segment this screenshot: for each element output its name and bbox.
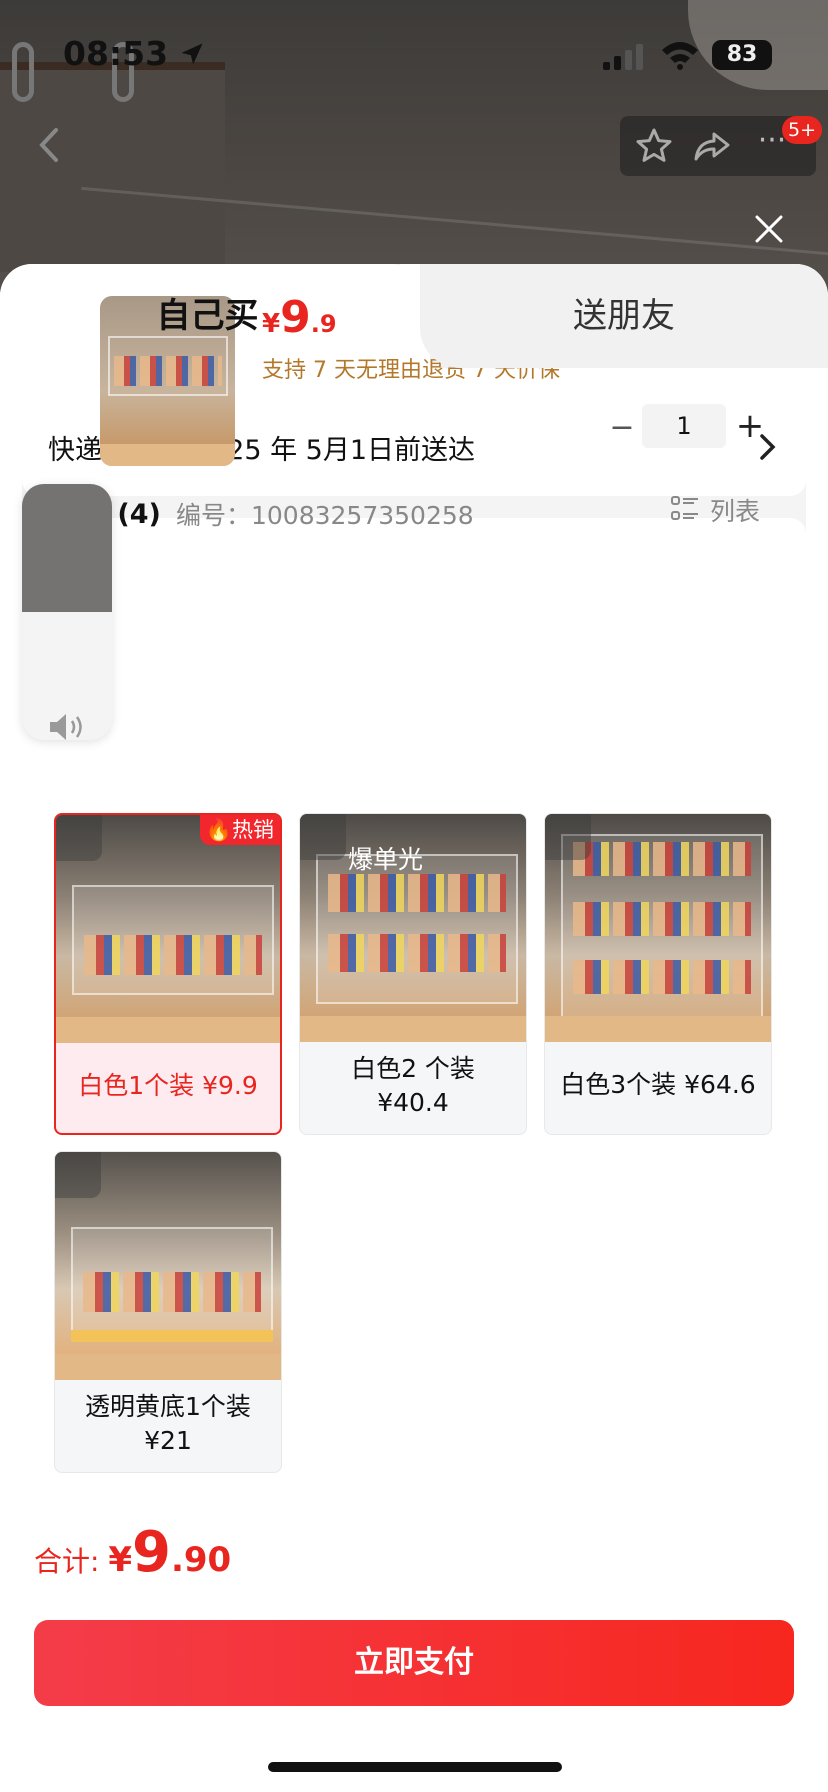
hot-sale-badge: 🔥热销 — [199, 815, 280, 845]
expand-icon[interactable] — [55, 1152, 101, 1198]
list-view-toggle[interactable]: 列表 — [710, 492, 760, 528]
wifi-icon — [662, 42, 698, 70]
expand-icon[interactable] — [300, 814, 346, 860]
variant-option-white-2[interactable]: 爆单光 白色2 个装 ¥40.4 — [299, 813, 527, 1135]
tab-gift-friend[interactable]: 送朋友 — [420, 288, 828, 337]
variant-label: 白色3个装 ¥64.6 — [560, 1070, 756, 1099]
battery-icon: 83 — [712, 40, 772, 70]
volume-indicator — [22, 484, 112, 740]
close-icon[interactable] — [752, 212, 786, 246]
variant-label-price: ¥40.4 — [377, 1088, 449, 1117]
tab-buy-for-self[interactable]: 自己买 — [0, 288, 415, 337]
expand-icon[interactable] — [545, 814, 591, 860]
message-badge: 5+ — [782, 116, 823, 144]
volume-level-fill — [22, 484, 112, 612]
variant-option-white-1[interactable]: 🔥热销 白色1个装 ¥9.9 — [54, 813, 282, 1135]
location-arrow-icon — [181, 43, 203, 65]
variant-option-clear-yellow[interactable]: 透明黄底1个装 ¥21 — [54, 1151, 282, 1473]
variant-option-white-3[interactable]: 白色3个装 ¥64.6 — [544, 813, 772, 1135]
total-price: 合计: ¥9.90 — [34, 1520, 232, 1585]
back-arrow-icon[interactable] — [30, 120, 70, 170]
list-view-icon[interactable] — [670, 494, 700, 524]
quantity-decrease-button[interactable]: − — [606, 408, 638, 448]
quantity-increase-button[interactable]: + — [730, 404, 770, 448]
favorite-star-icon[interactable] — [634, 126, 674, 166]
quantity-input[interactable]: 1 — [642, 404, 726, 448]
variant-label: 白色1个装 ¥9.9 — [78, 1071, 258, 1100]
home-indicator — [268, 1762, 562, 1772]
status-time: 08:53 — [63, 34, 169, 73]
variant-label-name: 白色2 个装 — [351, 1054, 475, 1083]
variant-label-name: 透明黄底1个装 — [85, 1392, 251, 1421]
status-bar: 08:53 83 — [0, 0, 828, 104]
burst-sale-tag: 爆单光 — [348, 845, 424, 874]
speaker-icon — [50, 714, 82, 740]
cellular-signal-icon — [603, 44, 643, 70]
expand-icon[interactable] — [56, 815, 102, 861]
total-label: 合计: — [34, 1545, 109, 1578]
variant-label-price: ¥21 — [144, 1426, 192, 1455]
product-code: 编号：10083257350258 — [176, 501, 474, 530]
share-icon[interactable] — [692, 126, 732, 166]
pay-now-button[interactable]: 立即支付 — [34, 1620, 794, 1706]
